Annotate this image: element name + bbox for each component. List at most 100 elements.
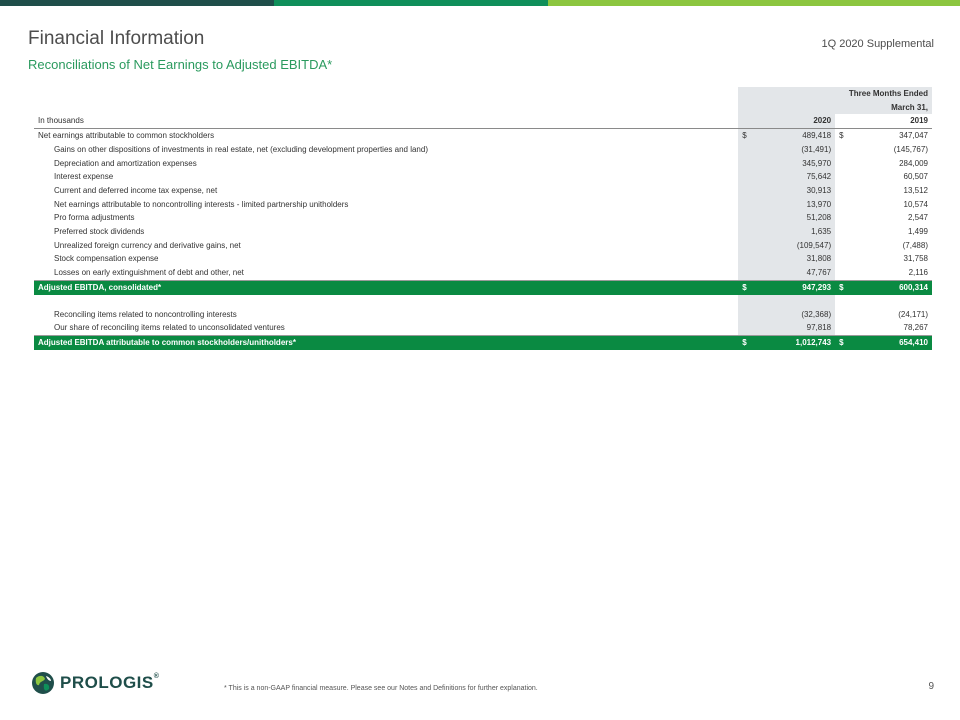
accent-segment-dark	[0, 0, 274, 6]
currency-symbol-2020	[738, 266, 757, 281]
supplemental-label: 1Q 2020 Supplemental	[821, 38, 934, 50]
row-label: Preferred stock dividends	[54, 227, 145, 237]
row-label: Adjusted EBITDA, consolidated*	[34, 280, 739, 295]
currency-symbol-2020	[738, 142, 757, 157]
table-row: Reconciling items related to noncontroll…	[34, 307, 932, 322]
currency-symbol-2020	[738, 238, 757, 253]
unit-label: In thousands	[34, 114, 739, 130]
value-2020: 97,818	[756, 321, 836, 336]
table-row: Unrealized foreign currency and derivati…	[34, 238, 932, 253]
row-label: Unrealized foreign currency and derivati…	[54, 240, 241, 250]
currency-symbol-2019	[835, 266, 854, 281]
currency-symbol-2020: $	[738, 280, 757, 295]
table-row: Current and deferred income tax expense,…	[34, 183, 932, 198]
value-2019: 78,267	[853, 321, 932, 336]
currency-symbol-2019	[835, 239, 853, 253]
value-2019: 2,547	[907, 213, 928, 223]
value-2020: 947,293	[756, 280, 836, 295]
footnote: * This is a non-GAAP financial measure. …	[224, 685, 538, 692]
value-2020: (32,368)	[756, 307, 836, 322]
currency-symbol-2020	[738, 307, 757, 322]
top-accent-bar	[0, 0, 960, 6]
currency-symbol-2020: $	[738, 128, 757, 143]
currency-symbol-2020	[738, 156, 757, 171]
value-2019: (24,171)	[898, 309, 928, 319]
table-row: Stock compensation expense 31,808 31,758	[34, 252, 932, 267]
ebitda-reconciliation-table: Three Months Ended March 31, In thousand…	[34, 87, 932, 350]
row-label: Stock compensation expense	[54, 254, 159, 264]
row-label: Net earnings attributable to common stoc…	[38, 131, 215, 141]
row-label: Our share of reconciling items related t…	[34, 321, 739, 336]
currency-symbol-2019	[835, 308, 853, 322]
row-label: Losses on early extinguishment of debt a…	[34, 266, 739, 281]
currency-symbol-2020	[738, 225, 757, 239]
spacer-row	[34, 294, 932, 308]
period-header: Three Months Ended	[756, 87, 932, 101]
currency-symbol-2020: $	[738, 335, 757, 350]
currency-symbol-2019	[835, 211, 853, 225]
value-2019: (7,488)	[902, 240, 928, 250]
currency-symbol-2020	[738, 197, 757, 212]
currency-symbol-2019	[835, 198, 853, 212]
value-2019: 600,314	[853, 280, 932, 295]
table-row: Gains on other dispositions of investmen…	[34, 142, 932, 157]
currency-symbol-2019: $	[835, 335, 854, 350]
value-2019: 10,574	[903, 199, 928, 209]
value-2020: 75,642	[756, 170, 836, 184]
row-label: Reconciling items related to noncontroll…	[54, 309, 237, 319]
table-row: Losses on early extinguishment of debt a…	[34, 266, 932, 281]
prologis-logo: PROLOGIS®	[31, 671, 159, 695]
currency-symbol-2020	[738, 321, 757, 336]
value-2020: 1,635	[756, 225, 836, 239]
row-label: Net earnings attributable to noncontroll…	[54, 199, 349, 209]
table-row: Preferred stock dividends 1,635 1,499	[34, 225, 932, 239]
row-label: Gains on other dispositions of investmen…	[54, 144, 428, 154]
value-2019: 1,499	[907, 227, 928, 237]
value-2020: 1,012,743	[756, 335, 836, 350]
currency-symbol-2020	[738, 211, 757, 226]
header-row-date: March 31,	[34, 100, 932, 115]
logo-wordmark: PROLOGIS®	[60, 673, 160, 692]
column-2020: 2020	[756, 114, 836, 130]
currency-symbol-2020	[738, 183, 757, 198]
header-row-period: Three Months Ended	[34, 87, 932, 101]
row-label: Pro forma adjustments	[54, 213, 135, 223]
accent-segment-lime	[548, 0, 960, 6]
value-2019: (145,767)	[893, 144, 928, 154]
value-2019: 31,758	[903, 254, 928, 264]
table-row: Our share of reconciling items related t…	[34, 321, 932, 336]
value-2020: 47,767	[756, 266, 836, 281]
page-title: Financial Information	[28, 28, 205, 49]
value-2020: 31,808	[756, 252, 836, 267]
currency-symbol-2019: $	[835, 280, 854, 295]
table-row: Pro forma adjustments 51,208 2,547	[34, 211, 932, 226]
accent-segment-green	[274, 0, 548, 6]
row-label: Adjusted EBITDA attributable to common s…	[34, 335, 739, 350]
value-2020: (31,491)	[756, 142, 836, 157]
value-2020: 345,970	[756, 156, 836, 171]
currency-symbol-2019	[835, 225, 853, 239]
value-2019: 2,116	[853, 266, 932, 281]
currency-symbol-2019	[835, 170, 853, 184]
header-row-columns: In thousands 2020 2019	[34, 114, 932, 130]
currency-symbol-2019	[835, 184, 853, 198]
row-label: Depreciation and amortization expenses	[54, 158, 197, 168]
currency-symbol-2019: $	[839, 131, 844, 141]
currency-symbol-2020	[738, 170, 757, 184]
row-label: Current and deferred income tax expense,…	[54, 185, 218, 195]
value-2019: 13,512	[903, 185, 928, 195]
currency-symbol-2019	[835, 157, 853, 171]
currency-symbol-2019	[835, 143, 853, 157]
total-row-attributable: Adjusted EBITDA attributable to common s…	[34, 335, 932, 350]
period-subheader: March 31,	[756, 100, 932, 115]
value-2019: 60,507	[903, 172, 928, 182]
column-2019: 2019	[853, 114, 932, 130]
page-number: 9	[928, 681, 934, 692]
currency-symbol-2019	[835, 252, 853, 266]
table-row: Net earnings attributable to common stoc…	[34, 128, 932, 143]
value-2020: 489,418	[756, 128, 836, 143]
value-2020: 13,970	[756, 197, 836, 212]
value-2019: 347,047	[899, 131, 928, 141]
total-row-consolidated: Adjusted EBITDA, consolidated* $947,293 $6…	[34, 280, 932, 295]
table-row: Net earnings attributable to noncontroll…	[34, 197, 932, 212]
